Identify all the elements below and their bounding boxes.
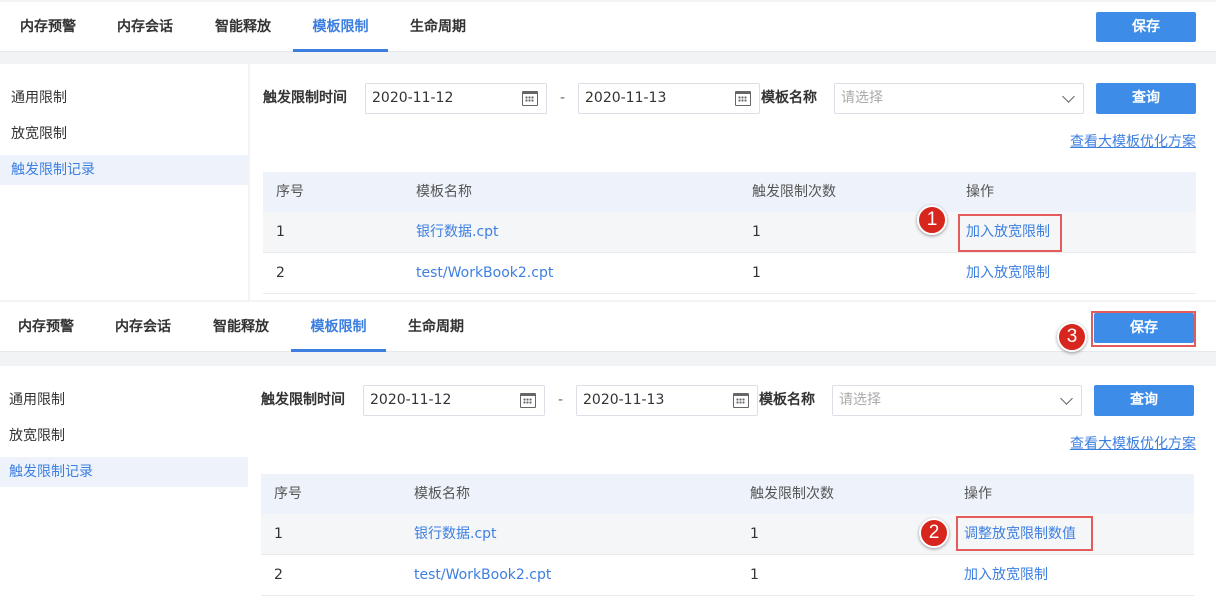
header-template-name: 模板名称 [416, 184, 472, 200]
template-select-placeholder: 请选择 [839, 392, 881, 408]
row-index: 1 [276, 224, 285, 240]
sidebar-item-relaxed-limit[interactable]: 放宽限制 [0, 119, 248, 149]
tab-memory-session[interactable]: 内存会话 [106, 2, 184, 52]
row-index: 1 [274, 526, 283, 542]
tab-memory-warning[interactable]: 内存预警 [10, 2, 86, 52]
date-separator: - [558, 392, 564, 408]
row-template-link[interactable]: 银行数据.cpt [416, 212, 499, 252]
trigger-time-label: 触发限制时间 [261, 392, 345, 408]
date-separator: - [560, 90, 566, 106]
highlight-box-action [956, 516, 1093, 551]
tab-memory-session[interactable]: 内存会话 [104, 302, 182, 352]
header-index: 序号 [274, 486, 302, 502]
sidebar-item-general-limit[interactable]: 通用限制 [0, 385, 248, 415]
template-name-label: 模板名称 [761, 90, 817, 106]
header-trigger-count: 触发限制次数 [750, 486, 834, 502]
header-trigger-count: 触发限制次数 [752, 184, 836, 200]
template-name-select[interactable]: 请选择 [834, 83, 1084, 114]
trigger-time-label: 触发限制时间 [263, 90, 347, 106]
sidebar: 通用限制 放宽限制 触发限制记录 [0, 366, 248, 604]
row-template-link[interactable]: 银行数据.cpt [414, 514, 497, 554]
end-date-value: 2020-11-13 [585, 90, 667, 106]
chevron-down-icon [1060, 392, 1073, 405]
header-index: 序号 [276, 184, 304, 200]
optimize-plan-link[interactable]: 查看大模板优化方案 [1070, 434, 1196, 454]
end-date-input[interactable]: 2020-11-13 [578, 83, 760, 114]
row-template-link[interactable]: test/WorkBook2.cpt [416, 253, 553, 293]
row-trigger-count: 1 [750, 526, 759, 542]
sidebar-item-trigger-records[interactable]: 触发限制记录 [0, 457, 248, 487]
start-date-value: 2020-11-12 [372, 90, 454, 106]
save-button[interactable]: 保存 [1096, 12, 1196, 42]
step-badge-2: 2 [919, 518, 949, 548]
template-name-select[interactable]: 请选择 [832, 385, 1082, 416]
optimize-plan-link[interactable]: 查看大模板优化方案 [1070, 132, 1196, 152]
tab-template-limit[interactable]: 模板限制 [293, 2, 388, 52]
tab-lifecycle[interactable]: 生命周期 [400, 2, 476, 52]
header-operation: 操作 [966, 184, 994, 200]
tab-lifecycle[interactable]: 生命周期 [398, 302, 474, 352]
template-select-placeholder: 请选择 [841, 90, 883, 106]
table-header: 序号 模板名称 触发限制次数 操作 [263, 172, 1196, 212]
end-date-input[interactable]: 2020-11-13 [576, 385, 758, 416]
sidebar-item-trigger-records[interactable]: 触发限制记录 [0, 155, 248, 185]
calendar-icon[interactable] [735, 91, 751, 106]
table-row: 2 test/WorkBook2.cpt 1 加入放宽限制 [261, 555, 1194, 596]
highlight-box-action [958, 214, 1062, 252]
table-row: 2 test/WorkBook2.cpt 1 加入放宽限制 [263, 253, 1196, 294]
row-index: 2 [274, 567, 283, 583]
add-relaxed-limit-link[interactable]: 加入放宽限制 [966, 253, 1050, 293]
sidebar-item-relaxed-limit[interactable]: 放宽限制 [0, 421, 248, 451]
row-template-link[interactable]: test/WorkBook2.cpt [414, 555, 551, 595]
screenshot-panel-1: 内存预警 内存会话 智能释放 模板限制 生命周期 保存 通用限制 放宽限制 触发… [0, 0, 1216, 302]
calendar-icon[interactable] [733, 393, 749, 408]
header-operation: 操作 [964, 486, 992, 502]
sidebar: 通用限制 放宽限制 触发限制记录 [0, 64, 248, 302]
tab-template-limit[interactable]: 模板限制 [291, 302, 386, 352]
calendar-icon[interactable] [522, 91, 538, 106]
header-template-name: 模板名称 [414, 486, 470, 502]
main-content: 触发限制时间 2020-11-12 - 2020-11-13 模板名称 请选择 … [250, 64, 1216, 302]
add-relaxed-limit-link[interactable]: 加入放宽限制 [964, 555, 1048, 595]
row-trigger-count: 1 [752, 265, 761, 281]
template-name-label: 模板名称 [759, 392, 815, 408]
row-trigger-count: 1 [752, 224, 761, 240]
end-date-value: 2020-11-13 [583, 392, 665, 408]
query-button[interactable]: 查询 [1094, 385, 1194, 416]
top-tab-bar: 内存预警 内存会话 智能释放 模板限制 生命周期 保存 [0, 2, 1216, 52]
main-content: 触发限制时间 2020-11-12 - 2020-11-13 模板名称 请选择 … [248, 366, 1216, 604]
sidebar-item-general-limit[interactable]: 通用限制 [0, 83, 248, 113]
screenshot-panel-2: 内存预警 内存会话 智能释放 模板限制 生命周期 保存 通用限制 放宽限制 触发… [0, 302, 1216, 604]
start-date-value: 2020-11-12 [370, 392, 452, 408]
row-index: 2 [276, 265, 285, 281]
tab-smart-release[interactable]: 智能释放 [202, 302, 280, 352]
tab-memory-warning[interactable]: 内存预警 [8, 302, 84, 352]
chevron-down-icon [1062, 90, 1075, 103]
query-button[interactable]: 查询 [1096, 83, 1196, 114]
top-tab-bar: 内存预警 内存会话 智能释放 模板限制 生命周期 保存 [0, 302, 1216, 352]
tab-smart-release[interactable]: 智能释放 [204, 2, 282, 52]
calendar-icon[interactable] [520, 393, 536, 408]
step-badge-1: 1 [917, 205, 947, 235]
table-header: 序号 模板名称 触发限制次数 操作 [261, 474, 1194, 514]
row-trigger-count: 1 [750, 567, 759, 583]
step-badge-3: 3 [1057, 322, 1087, 352]
start-date-input[interactable]: 2020-11-12 [363, 385, 545, 416]
start-date-input[interactable]: 2020-11-12 [365, 83, 547, 114]
highlight-box-save [1091, 311, 1196, 347]
